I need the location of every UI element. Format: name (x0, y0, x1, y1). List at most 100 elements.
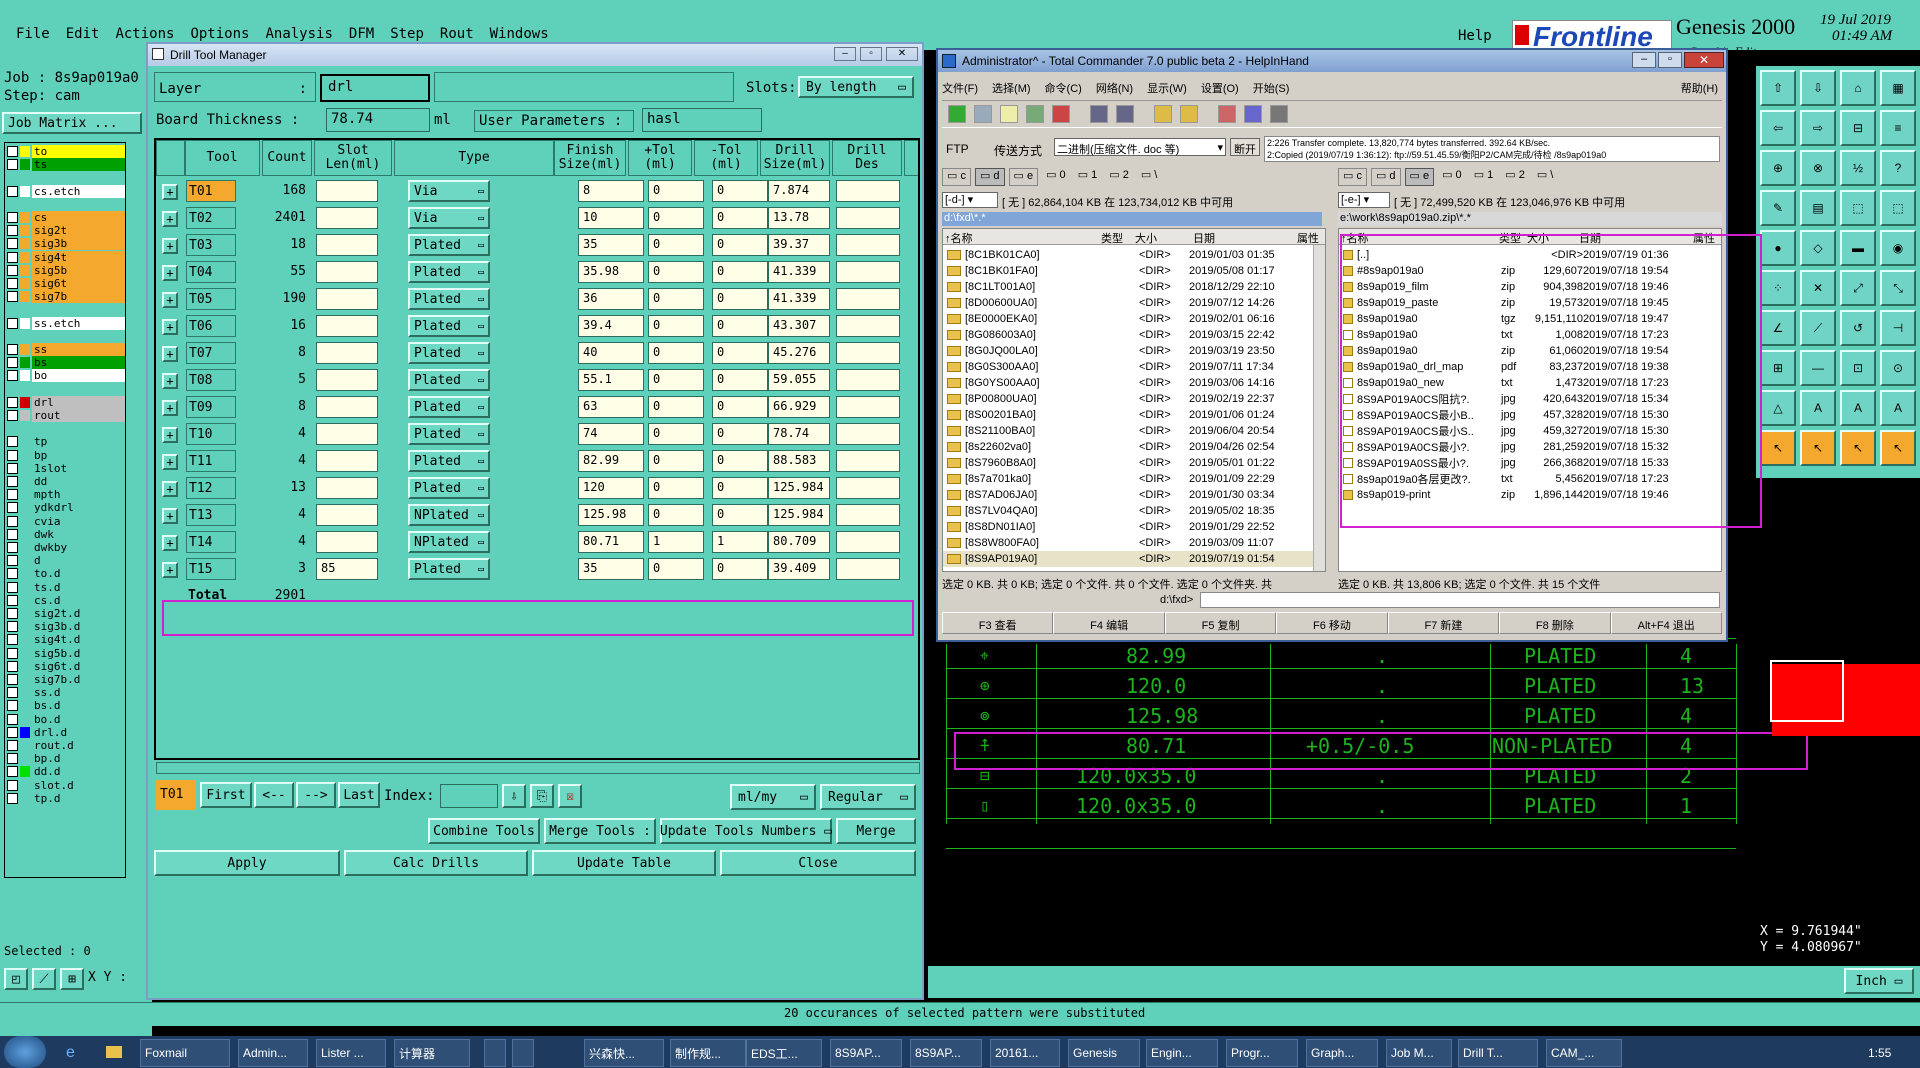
left-file-row[interactable]: [8S00201BA0] <DIR> 2019/01/06 01:24 (943, 407, 1313, 423)
plus-tol-input[interactable]: 0 (648, 369, 704, 391)
down-icon[interactable]: ⇩ (1800, 70, 1836, 106)
type-select[interactable]: Plated ▭ (408, 234, 490, 256)
layer-row[interactable]: dwk (7, 527, 125, 541)
dots-icon[interactable]: ⁘ (1760, 270, 1796, 306)
layer-row[interactable]: tp (7, 435, 125, 449)
minus-tol-input[interactable]: 0 (712, 180, 768, 202)
layer-checkbox[interactable] (7, 528, 18, 540)
layer-row[interactable]: ss.d (7, 686, 125, 700)
layer-row[interactable]: cvia (7, 514, 125, 528)
tc-help-menu[interactable]: 帮助(H) (1681, 80, 1718, 96)
layer-row[interactable]: ss (7, 343, 125, 356)
layer-row[interactable]: sig6t (7, 277, 125, 290)
back-icon[interactable] (1090, 105, 1108, 123)
layer-checkbox[interactable] (7, 264, 18, 276)
layer-checkbox[interactable] (7, 476, 18, 487)
type-select[interactable]: Via ▭ (408, 180, 490, 202)
select3-icon[interactable]: ↖ (1840, 430, 1876, 466)
pin-icon[interactable] (1052, 105, 1070, 123)
taskbar-item[interactable]: Progr... (1226, 1039, 1298, 1067)
layer-checkbox[interactable] (7, 515, 18, 527)
slot-len-input[interactable] (316, 234, 378, 256)
layer-row[interactable]: dd (7, 475, 125, 488)
tool-id[interactable]: T05 (186, 288, 236, 310)
drive-e-button[interactable]: ▭ e (1008, 168, 1039, 186)
forward-icon[interactable] (1116, 105, 1134, 123)
layer-checkbox[interactable] (7, 779, 18, 791)
layer-checkbox[interactable] (7, 608, 18, 619)
expand-icon[interactable]: + (162, 481, 178, 497)
drill-size-input[interactable]: 125.984 (768, 504, 830, 526)
close-button[interactable]: ✕ (1684, 52, 1724, 68)
slot-len-input[interactable] (316, 477, 378, 499)
tc-menu-item[interactable]: 开始(S) (1253, 80, 1290, 96)
plus-tol-input[interactable]: 1 (648, 531, 704, 553)
slot-len-input[interactable] (316, 180, 378, 202)
left-file-row[interactable]: [8E0000EKA0] <DIR> 2019/02/01 06:16 (943, 311, 1313, 327)
tool-id[interactable]: T07 (186, 342, 236, 364)
disconnect-button[interactable]: 断开 (1230, 138, 1260, 156)
left-file-row[interactable]: [8G0S300AA0] <DIR> 2019/07/11 17:34 (943, 359, 1313, 375)
type-select[interactable]: Plated ▭ (408, 423, 490, 445)
refresh-icon[interactable] (948, 105, 966, 123)
layer-row[interactable]: sig4t (7, 250, 125, 264)
tray-clock[interactable]: 1:55 (1868, 1046, 1891, 1060)
left-file-row[interactable]: [8s7a701ka0] <DIR> 2019/01/09 22:29 (943, 471, 1313, 487)
drill-des-input[interactable] (836, 288, 900, 310)
right-drive-select[interactable]: [-e-] ▾ (1338, 192, 1390, 208)
drill-des-input[interactable] (836, 315, 900, 337)
drive-2-button[interactable]: ▭ 2 (1105, 168, 1133, 186)
layer-row[interactable]: dd.d (7, 765, 125, 779)
drill-des-input[interactable] (836, 234, 900, 256)
layer-row[interactable]: sig7b.d (7, 673, 125, 686)
select2-icon[interactable]: ↖ (1800, 430, 1836, 466)
layer-checkbox[interactable] (7, 766, 18, 778)
column-header[interactable]: Slot Len(ml) (314, 140, 392, 176)
layer-row[interactable]: sig3b (7, 237, 125, 251)
finish-size-input[interactable]: 36 (578, 288, 644, 310)
layer-row[interactable] (7, 329, 125, 343)
select-icon[interactable]: ↖ (1760, 430, 1796, 466)
regular-select[interactable]: Regular ▭ (820, 784, 916, 810)
minimize-button[interactable]: – (1632, 52, 1656, 68)
finish-size-input[interactable]: 82.99 (578, 450, 644, 472)
tool-id[interactable]: T15 (186, 558, 236, 580)
layer-row[interactable]: 1slot (7, 461, 125, 475)
slot-len-input[interactable] (316, 315, 378, 337)
dtm-titlebar[interactable]: Drill Tool Manager – ▫ ✕ (148, 44, 922, 66)
layer-row[interactable]: sig6t.d (7, 659, 125, 673)
minus-tol-input[interactable]: 0 (712, 342, 768, 364)
left-col-date[interactable]: 日期 (1193, 230, 1215, 246)
layer-row[interactable]: sig2t.d (7, 607, 125, 620)
plus-tol-input[interactable]: 0 (648, 207, 704, 229)
user-params-input[interactable]: hasl (642, 108, 762, 132)
layer-checkbox[interactable] (7, 687, 18, 699)
slot-len-input[interactable] (316, 450, 378, 472)
type-select[interactable]: NPlated ▭ (408, 531, 490, 553)
delete-icon[interactable]: ☒ (558, 784, 582, 808)
grid-icon[interactable]: ⊞ (60, 968, 84, 990)
layer-row[interactable]: sig4t.d (7, 633, 125, 647)
find-icon[interactable] (1270, 105, 1288, 123)
drill-des-input[interactable] (836, 477, 900, 499)
url-icon[interactable] (1244, 105, 1262, 123)
drill-size-input[interactable]: 125.984 (768, 477, 830, 499)
layer-row[interactable]: mpth (7, 488, 125, 502)
minus-tol-input[interactable]: 0 (712, 477, 768, 499)
layer-checkbox[interactable] (7, 581, 18, 593)
layer-checkbox[interactable] (7, 251, 18, 263)
layer-row[interactable]: sig3b.d (7, 620, 125, 634)
frame2-icon[interactable]: ⬚ (1880, 190, 1916, 226)
layer-checkbox[interactable] (7, 225, 18, 237)
left-file-row[interactable]: [8S7960B8A0] <DIR> 2019/05/01 01:22 (943, 455, 1313, 471)
ftp-icon[interactable] (1218, 105, 1236, 123)
layer-row[interactable]: bs (7, 356, 125, 370)
cross-icon[interactable]: ⊗ (1800, 150, 1836, 186)
measure-icon[interactable]: ⟋ (32, 968, 56, 990)
left-file-row[interactable]: [8S8W800FA0] <DIR> 2019/03/09 11:07 (943, 535, 1313, 551)
layer-row[interactable]: bs.d (7, 699, 125, 713)
drill-size-input[interactable]: 80.709 (768, 531, 830, 553)
plus-tol-input[interactable]: 0 (648, 342, 704, 364)
fkey-button[interactable]: F5 复制 (1164, 612, 1277, 634)
layer-row[interactable]: d (7, 554, 125, 568)
